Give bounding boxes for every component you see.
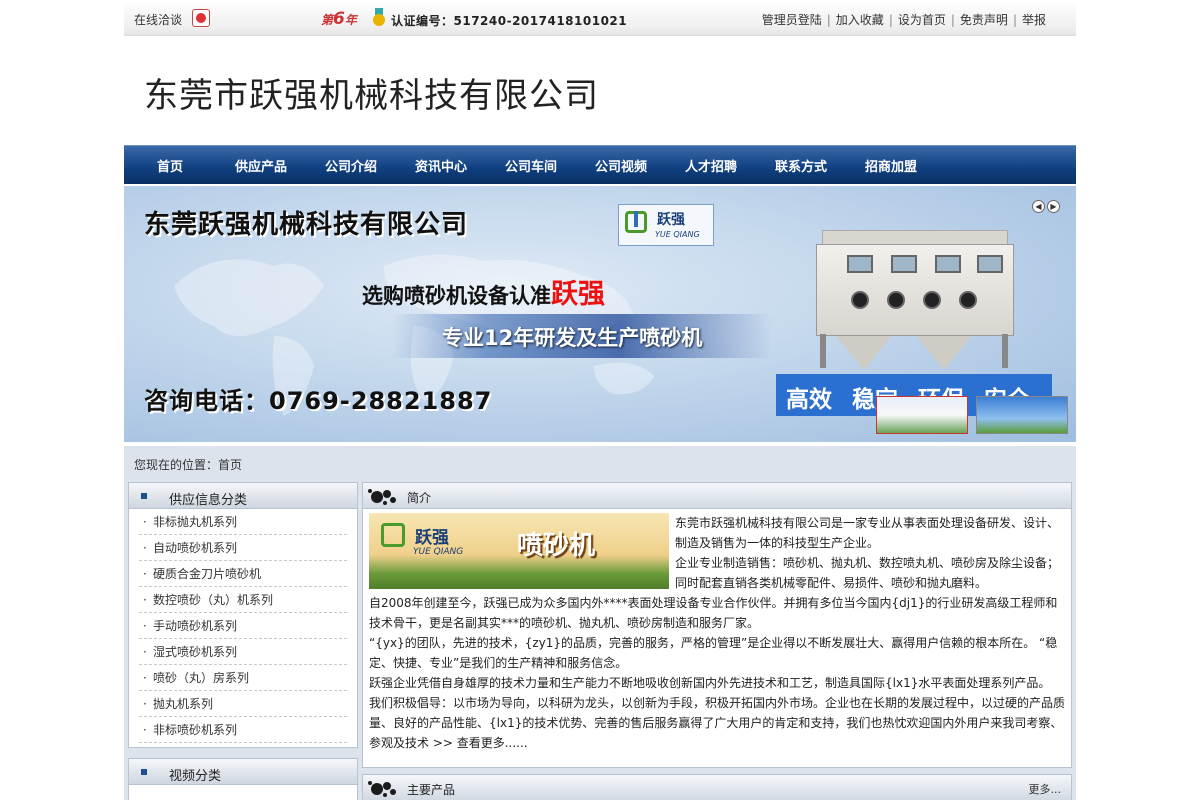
years-suffix: 年	[344, 13, 357, 27]
supply-category-title: 供应信息分类	[169, 493, 248, 508]
sandblasting-machine-image	[816, 230, 1014, 370]
banner-thumb-1[interactable]	[876, 396, 968, 434]
banner-title: 东莞跃强机械科技有限公司	[144, 210, 469, 240]
video-category-header: 视频分类	[129, 759, 357, 785]
nav-news[interactable]: 资讯中心	[415, 156, 467, 175]
square-bullet-icon	[141, 769, 147, 775]
supply-category-list: 非标抛丸机系列 自动喷砂机系列 硬质合金刀片喷砂机 数控喷砂（丸）机系列 手动喷…	[129, 509, 357, 743]
nav-contact[interactable]: 联系方式	[775, 156, 827, 175]
logo-cn-text: 跃强	[657, 212, 685, 228]
category-item[interactable]: 抛丸机系列	[139, 691, 347, 717]
next-slide-icon[interactable]: ▶	[1047, 200, 1060, 213]
certification-number: 认证编号：517240-2017418101021	[391, 14, 628, 28]
slogan-brand: 跃强	[551, 279, 605, 310]
intro-header: 简介	[363, 483, 1071, 509]
products-header: 主要产品 更多...	[363, 775, 1071, 800]
products-more-link[interactable]: 更多...	[1029, 781, 1062, 797]
category-item[interactable]: 硬质合金刀片喷砂机	[139, 561, 347, 587]
top-bar: 在线洽谈 第6年 认证编号：517240-2017418101021 管理员登陆…	[124, 0, 1076, 36]
square-bullet-icon	[141, 493, 147, 499]
intro-text: 东莞市跃强机械科技有限公司是一家专业从事表面处理设备研发、设计、制造及销售为一体…	[369, 513, 1065, 753]
category-item[interactable]: 喷砂（丸）房系列	[139, 665, 347, 691]
badge-word-1: 高效	[786, 387, 832, 413]
nav-products[interactable]: 供应产品	[235, 156, 287, 175]
intro-paragraph: 自2008年创建至今，跃强已成为众多国内外****表面处理设备专业合作伙伴。并拥…	[369, 596, 1058, 630]
intro-title: 简介	[407, 491, 432, 505]
brand-logo: 跃强 YUE QIANG	[618, 204, 714, 246]
top-links: 管理员登陆 | 加入收藏 | 设为首页 | 免责声明 | 举报	[761, 13, 1046, 27]
intro-paragraph: 跃强企业凭借自身雄厚的技术力量和生产能力不断地吸收创新国内外先进技术和工艺，制造…	[369, 676, 1051, 690]
products-title: 主要产品	[407, 783, 456, 797]
report-link[interactable]: 举报	[1022, 13, 1046, 27]
ink-splash-icon	[368, 781, 396, 797]
company-name: 东莞市跃强机械科技有限公司	[144, 76, 599, 116]
intro-paragraph: 东莞市跃强机械科技有限公司是一家专业从事表面处理设备研发、设计、制造及销售为一体…	[675, 516, 1060, 550]
main-nav: 首页 供应产品 公司介绍 资讯中心 公司车间 公司视频 人才招聘 联系方式 招商…	[124, 145, 1076, 184]
disclaimer-link[interactable]: 免责声明	[960, 13, 1008, 27]
intro-paragraph: 我们积极倡导：以市场为导向，以科研为龙头，以创新为手段，积极开拓国内外市场。企业…	[369, 696, 1066, 750]
nav-workshop[interactable]: 公司车间	[505, 156, 557, 175]
ink-splash-icon	[368, 489, 396, 505]
category-item[interactable]: 手动喷砂机系列	[139, 613, 347, 639]
set-homepage-link[interactable]: 设为首页	[898, 13, 946, 27]
years-number: 6	[333, 9, 345, 29]
slogan-text: 选购喷砂机设备认准	[362, 284, 551, 308]
logo-en-text: YUE QIANG	[655, 230, 700, 239]
nav-franchise[interactable]: 招商加盟	[865, 156, 917, 175]
category-item[interactable]: 湿式喷砂机系列	[139, 639, 347, 665]
main-area: 您现在的位置：首页 供应信息分类 非标抛丸机系列 自动喷砂机系列 硬质合金刀片喷…	[124, 446, 1076, 800]
intro-paragraph: 企业专业制造销售：喷砂机、抛丸机、数控喷丸机、喷砂房及除尘设备；同时配套直销各类…	[675, 556, 1060, 590]
video-category-box: 视频分类	[128, 758, 358, 800]
category-item[interactable]: 自动喷砂机系列	[139, 535, 347, 561]
breadcrumb: 您现在的位置：首页	[134, 458, 243, 472]
banner-slogan: 选购喷砂机设备认准跃强	[362, 272, 605, 311]
nav-video[interactable]: 公司视频	[595, 156, 647, 175]
banner-thumb-2[interactable]	[976, 396, 1068, 434]
add-favorite-link[interactable]: 加入收藏	[836, 13, 884, 27]
slider-arrows: ◀ ▶	[1032, 198, 1062, 213]
video-category-title: 视频分类	[169, 769, 222, 784]
supply-category-box: 供应信息分类 非标抛丸机系列 自动喷砂机系列 硬质合金刀片喷砂机 数控喷砂（丸）…	[128, 482, 358, 748]
category-item[interactable]: 非标喷砂机系列	[139, 717, 347, 743]
category-item[interactable]: 非标抛丸机系列	[139, 509, 347, 535]
banner-tagline: 专业12年研发及生产喷砂机	[442, 326, 703, 350]
products-box: 主要产品 更多...	[362, 774, 1072, 800]
logo-mark-icon	[625, 211, 647, 233]
banner-phone: 咨询电话：0769-28821887	[144, 387, 493, 415]
page: 在线洽谈 第6年 认证编号：517240-2017418101021 管理员登陆…	[124, 0, 1076, 800]
supply-category-header: 供应信息分类	[129, 483, 357, 509]
nav-jobs[interactable]: 人才招聘	[685, 156, 737, 175]
hero-banner[interactable]: 东莞跃强机械科技有限公司 跃强 YUE QIANG 选购喷砂机设备认准跃强 专业…	[124, 186, 1076, 442]
category-item[interactable]: 数控喷砂（丸）机系列	[139, 587, 347, 613]
membership-years: 第6年	[321, 9, 357, 29]
chat-icon[interactable]	[192, 9, 210, 27]
years-prefix: 第	[321, 13, 334, 27]
medal-icon	[373, 8, 385, 26]
intro-paragraph: “{yx}的团队，先进的技术，{zy1}的品质，完善的服务，严格的管理”是企业得…	[369, 636, 1058, 670]
prev-slide-icon[interactable]: ◀	[1032, 200, 1045, 213]
online-chat-label[interactable]: 在线洽谈	[134, 11, 182, 28]
admin-login-link[interactable]: 管理员登陆	[762, 13, 822, 27]
nav-home[interactable]: 首页	[157, 156, 183, 175]
nav-about[interactable]: 公司介绍	[325, 156, 377, 175]
intro-box: 简介 跃强 YUE QIANG 喷砂机 东莞市跃强机械科技有限公司是一家专业从事…	[362, 482, 1072, 768]
